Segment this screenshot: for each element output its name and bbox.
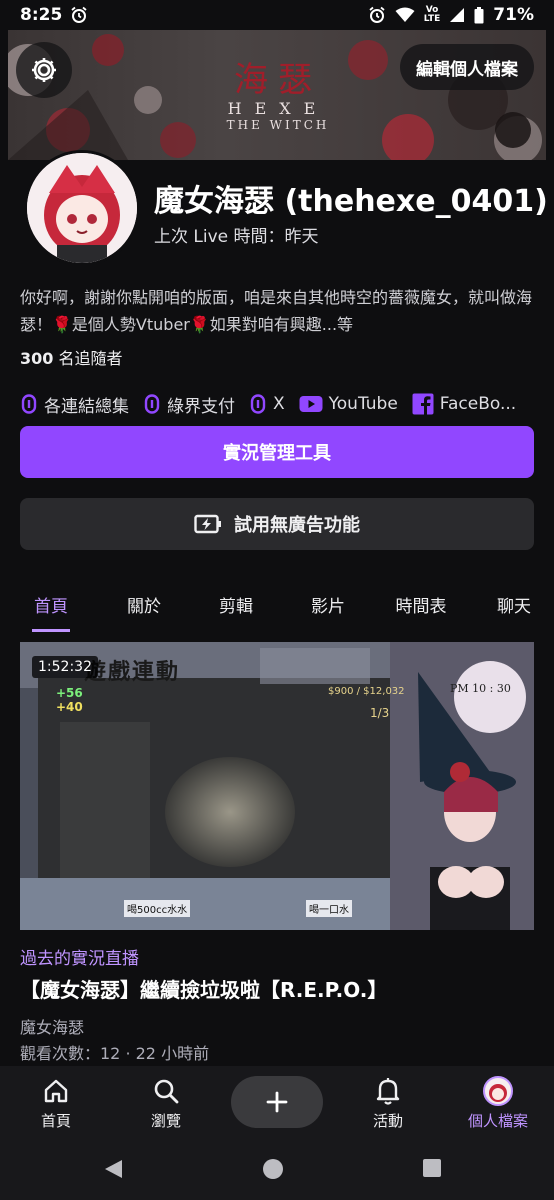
followers-label: 名追隨者 [58,349,123,368]
hud-money: $900 / $12,032 [328,686,405,697]
edit-profile-button[interactable]: 編輯個人檔案 [400,44,534,90]
hud-bolt: +40 [56,700,83,714]
tab-about[interactable]: 關於 [125,580,163,632]
overlay-chat-1: 喝500cc水水 [124,900,191,917]
last-live-time: 上次 Live 時間：昨天 [154,227,319,247]
link-x[interactable]: X [249,394,285,414]
youtube-icon [299,395,323,413]
settings-button[interactable] [16,42,72,98]
status-bar: 8:25 Vo LTE 71% [0,0,554,30]
overlay-time: PM 10 : 30 [450,682,511,695]
tab-home[interactable]: 首頁 [32,580,70,632]
stream-manager-button[interactable]: 實況管理工具 [20,426,534,478]
banner-logo-witch: THE WITCH [226,118,330,132]
video-meta: 觀看次數：12 · 22 小時前 [20,1044,210,1063]
create-button[interactable] [231,1076,323,1128]
channel-bio[interactable]: 你好啊，謝謝你點開咱的版面，咱是來自其他時空的薔薇魔女，就叫做海瑟！🌹是個人勢V… [20,284,534,338]
banner-logo-hexe: HEXE [227,99,329,118]
video-duration: 1:52:32 [32,656,98,678]
nav-browse[interactable]: 瀏覽 [126,1076,206,1131]
channel-name: 魔女海瑟 (thehexe_0401) [154,184,548,219]
nav-label: 活動 [372,1112,403,1130]
gear-icon [32,58,56,82]
link-ecpay[interactable]: 綠界支付 [143,392,235,417]
hud-plus: +56 [56,686,83,700]
overlay-title: 遊戲連動 [84,660,181,685]
plus-icon [266,1091,288,1113]
recents-square-icon [423,1159,441,1177]
alarm-icon [70,6,88,24]
link-all-links[interactable]: 各連結總集 [20,392,129,417]
link-youtube[interactable]: YouTube [299,394,398,414]
video-title[interactable]: 【魔女海瑟】繼續撿垃圾啦【R.E.P.O.】 [20,974,387,1003]
lte-icon: Vo LTE [423,5,441,24]
battery-percent: 71% [493,5,534,25]
video-thumbnail[interactable]: 遊戲連動 PM 10 : 30 $900 / $12,032 1/3 +56 +… [20,642,534,930]
link-label: 綠界支付 [167,396,235,417]
twitch-icon [20,394,38,414]
video-category[interactable]: 過去的實況直播 [20,944,139,969]
battery-icon [474,6,484,24]
tab-clips[interactable]: 剪輯 [217,580,255,632]
nav-home[interactable]: 首頁 [16,1076,96,1131]
banner-logo: 海瑟 HEXE THE WITCH [208,52,348,132]
hud-count: 1/3 [370,706,390,720]
twitch-icon [143,394,161,414]
bell-icon [348,1076,428,1106]
social-links-row: 各連結總集 綠界支付 X YouTube FaceBo... [20,390,554,418]
channel-tabs: 首頁 關於 剪輯 影片 時間表 聊天 [0,580,554,632]
recents-button[interactable] [422,1158,442,1178]
facebook-icon [412,393,434,415]
nav-activity[interactable]: 活動 [348,1076,428,1131]
link-label: X [273,394,285,414]
home-system-button[interactable] [262,1158,284,1180]
wifi-icon [395,7,415,23]
ad-free-trial-button[interactable]: 試用無廣告功能 [20,498,534,550]
ad-free-trial-label: 試用無廣告功能 [234,515,360,536]
home-icon [16,1076,96,1106]
tab-videos[interactable]: 影片 [309,580,347,632]
twitch-icon [249,394,267,414]
link-label: FaceBo... [439,394,517,414]
status-time: 8:25 [20,5,63,25]
banner-logo-cjk: 海瑟 [234,60,322,100]
overlay-chat-2: 喝一口水 [306,900,352,917]
nav-label: 首頁 [40,1112,71,1130]
signal-icon [449,7,465,23]
search-icon [126,1076,206,1106]
battery-charging-icon [194,514,222,534]
video-channel-name[interactable]: 魔女海瑟 [20,1014,84,1038]
profile-banner: 海瑟 HEXE THE WITCH 編輯個人檔案 [8,30,546,160]
home-circle-icon [263,1159,283,1179]
followers-number: 300 [20,349,54,368]
link-label: YouTube [328,394,398,414]
nav-label: 個人檔案 [467,1112,528,1130]
tab-schedule[interactable]: 時間表 [392,580,450,632]
back-button[interactable] [102,1158,124,1180]
system-navigation-bar [0,1138,554,1200]
link-facebook[interactable]: FaceBo... [412,393,516,415]
channel-avatar[interactable] [24,150,140,266]
back-triangle-icon [105,1160,122,1178]
nav-label: 瀏覽 [150,1112,181,1130]
nav-profile[interactable]: 個人檔案 [458,1076,538,1131]
link-label: 各連結總集 [44,396,129,417]
alarm-icon [368,6,386,24]
bottom-navigation: 首頁 瀏覽 活動 個人檔案 [0,1066,554,1138]
tab-chat[interactable]: 聊天 [494,580,534,632]
followers-count[interactable]: 300 名追隨者 [20,345,123,369]
profile-avatar-icon [458,1076,538,1106]
